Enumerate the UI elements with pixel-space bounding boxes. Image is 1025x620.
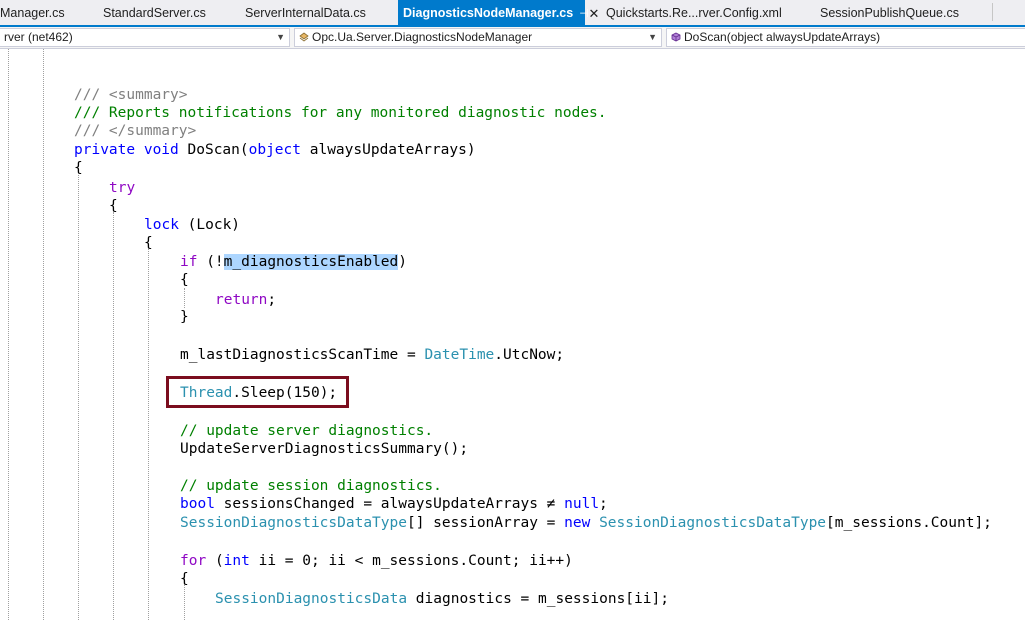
indent-guide: [184, 288, 185, 308]
indent-guide: [113, 212, 114, 620]
member-dropdown-label: DoScan(object alwaysUpdateArrays): [684, 30, 881, 44]
navigation-bar: rver (net462) ▼ Opc.Ua.Server.Diagnostic…: [0, 27, 1025, 49]
code-line-scan-time: m_lastDiagnosticsScanTime = DateTime.Utc…: [180, 347, 565, 363]
tab-standard-server-cs[interactable]: StandardServer.cs: [103, 0, 218, 25]
tab-diagnostics-node-manager-cs[interactable]: DiagnosticsNodeManager.cs ⊣ ✕: [398, 0, 599, 25]
class-icon: [299, 32, 309, 42]
code-line-try: try: [109, 180, 136, 196]
code-line-comment-server: // update server diagnostics.: [180, 423, 434, 439]
code-line-sessions-changed: bool sessionsChanged = alwaysUpdateArray…: [180, 496, 608, 512]
tab-session-publish-queue-cs[interactable]: SessionPublishQueue.cs: [820, 0, 970, 25]
code-line-comment-session: // update session diagnostics.: [180, 478, 442, 494]
method-icon: [671, 32, 681, 42]
selected-identifier[interactable]: m_diagnosticsEnabled: [223, 254, 399, 270]
code-line-brace: {: [74, 160, 83, 176]
project-dropdown[interactable]: rver (net462) ▼: [0, 28, 290, 47]
member-dropdown[interactable]: DoScan(object alwaysUpdateArrays): [666, 28, 1025, 47]
code-line-brace: {: [180, 571, 189, 587]
indent-guide: [78, 175, 79, 620]
tab-server-internal-data-cs[interactable]: ServerInternalData.cs: [245, 0, 380, 25]
dropdown-arrow-icon: ▼: [276, 32, 285, 42]
tab-quickstarts-config-xml[interactable]: Quickstarts.Re...rver.Config.xml: [606, 0, 796, 25]
indent-guide: [43, 49, 44, 620]
code-line-brace: {: [144, 235, 153, 251]
code-line-update-summary: UpdateServerDiagnosticsSummary();: [180, 441, 469, 457]
dropdown-arrow-icon: ▼: [648, 32, 657, 42]
code-line-brace: {: [109, 198, 118, 214]
type-dropdown[interactable]: Opc.Ua.Server.DiagnosticsNodeManager ▼: [294, 28, 662, 47]
code-line-brace: {: [180, 272, 189, 288]
indent-guide: [148, 249, 149, 620]
code-line-for: for (int ii = 0; ii < m_sessions.Count; …: [180, 553, 573, 569]
code-line-return: return;: [215, 292, 277, 308]
indent-guide: [8, 49, 9, 620]
code-line-method-signature: private void DoScan(object alwaysUpdateA…: [74, 142, 476, 158]
code-line-diagnostics: SessionDiagnosticsData diagnostics = m_s…: [215, 591, 669, 607]
code-editor[interactable]: /// <summary> /// Reports notifications …: [0, 49, 1025, 620]
code-line-if: if (!m_diagnosticsEnabled): [180, 254, 408, 270]
highlight-box: [166, 376, 349, 408]
tab-divider: [992, 3, 993, 21]
tab-label: DiagnosticsNodeManager.cs: [403, 6, 574, 20]
type-dropdown-label: Opc.Ua.Server.DiagnosticsNodeManager: [312, 30, 533, 44]
code-line-brace: }: [180, 309, 189, 325]
code-line-summary-close: /// </summary>: [74, 123, 197, 139]
tab-manager-cs[interactable]: Manager.cs: [0, 0, 70, 25]
document-tab-strip: Manager.cs StandardServer.cs ServerInter…: [0, 0, 1025, 27]
code-line-summary-text: /// Reports notifications for any monito…: [74, 105, 607, 121]
code-line-lock: lock (Lock): [144, 217, 241, 233]
project-dropdown-label: rver (net462): [4, 30, 73, 44]
code-line-session-array: SessionDiagnosticsDataType[] sessionArra…: [180, 515, 992, 531]
code-line-summary-open: /// <summary>: [74, 87, 188, 103]
close-icon[interactable]: ✕: [587, 0, 601, 27]
